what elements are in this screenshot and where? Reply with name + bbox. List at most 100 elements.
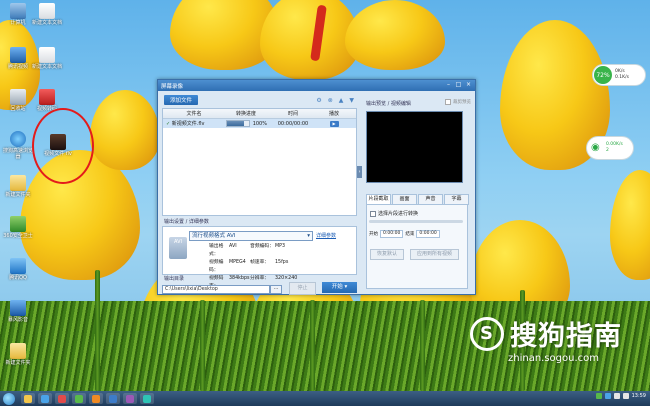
format-properties: 输出格式： AVI 音频编码： MP3 视频编码： MPEG4 帧速率： 15f…: [209, 243, 297, 291]
minimize-icon[interactable]: –: [445, 81, 452, 88]
checkbox-label: 裁剪预览: [453, 100, 471, 105]
file-name: 新视频文件.flv: [171, 121, 205, 127]
property-key: 音频编码：: [250, 244, 274, 249]
watermark-text: 搜狗指南: [510, 321, 622, 352]
move-down-icon[interactable]: ▼: [349, 97, 354, 104]
taskbar-item[interactable]: [106, 393, 120, 404]
volume-icon[interactable]: [613, 393, 620, 399]
right-pane: 输出预览 / 视频编辑 裁剪预览 片段截取 画面 声音 字幕 选择片段进行转换 …: [363, 93, 473, 291]
reset-default-button[interactable]: 恢复默认: [370, 249, 405, 260]
taskbar-item[interactable]: [55, 393, 69, 404]
output-path-row: C:\Users\lixia\Desktop ... 停止 开始 ▾: [162, 282, 357, 295]
table-row[interactable]: ✓ 新视频文件.flv 100% 00:00/00:00 ▶: [163, 119, 356, 128]
output-path-input[interactable]: C:\Users\lixia\Desktop: [162, 285, 270, 294]
output-settings-label: 输出设置 / 详细参数: [164, 219, 209, 225]
close-icon[interactable]: ×: [465, 81, 472, 88]
chevron-down-icon: ▾: [307, 233, 310, 239]
progress-fill: [226, 121, 245, 126]
folder-icon: [24, 394, 32, 403]
taskbar-item[interactable]: [123, 393, 137, 404]
column-header-progress: 转换进度: [235, 111, 256, 117]
end-time-input[interactable]: 0:00:00: [416, 230, 440, 238]
taskbar-item[interactable]: [72, 393, 86, 404]
progress-bar: [225, 120, 250, 127]
memory-percent: 72%: [594, 66, 612, 84]
taskbar-item[interactable]: [38, 393, 52, 404]
start-button-label: 开始: [331, 284, 343, 290]
browse-button[interactable]: ...: [270, 285, 282, 294]
apply-all-button[interactable]: 应用到所有视频: [410, 249, 460, 260]
wifi-device-count: 2: [606, 148, 609, 153]
crop-preview-checkbox[interactable]: 裁剪预览: [445, 99, 471, 105]
taskbar-item[interactable]: [89, 393, 103, 404]
detail-params-link[interactable]: 详细参数: [316, 232, 336, 239]
column-header-name: 文件名: [186, 111, 202, 117]
browser-icon: [41, 394, 49, 403]
window-titlebar[interactable]: 屏幕录像 – □ ×: [158, 80, 475, 91]
maximize-icon[interactable]: □: [455, 81, 462, 88]
app-icon: [126, 394, 134, 403]
time-range: 开始 0:00:00 结束 0:00:00: [369, 230, 440, 238]
property-key: 输出格式：: [209, 244, 224, 257]
clip-slider[interactable]: [369, 220, 463, 223]
format-icon-text: AVI: [174, 239, 182, 245]
property-key: 视频编码：: [209, 260, 224, 273]
desktop: 计算机 新建文本文档 腾讯视频 新建文本文档 回收站 视频转码 搜狗高速浏览器 …: [0, 0, 650, 391]
list-toolbar: ⚙ ⊗ ▲ ▼: [316, 97, 354, 104]
end-time-label: 结束: [405, 232, 415, 237]
property-row: 输出格式： AVI 音频编码： MP3: [209, 243, 296, 259]
add-file-button[interactable]: 添加文件: [164, 95, 198, 105]
app-icon: [58, 394, 66, 403]
network-icon[interactable]: [622, 393, 629, 399]
app-icon: [143, 394, 151, 403]
start-button[interactable]: 开始 ▾: [322, 282, 357, 293]
collapse-toggle[interactable]: ›: [357, 166, 362, 178]
system-tray: 13:59: [595, 393, 646, 399]
wifi-icon: ◉: [591, 142, 600, 153]
format-label: 流行视频格式 AVI: [192, 233, 236, 239]
window-title: 屏幕录像: [161, 83, 184, 90]
property-value: AVI: [229, 244, 237, 249]
left-pane: 添加文件 ⚙ ⊗ ▲ ▼ 文件名 转换进度 时间 播放 ✓ 新视频文件.flv: [160, 93, 357, 295]
file-table: 文件名 转换进度 时间 播放 ✓ 新视频文件.flv 100% 00:00/00…: [162, 108, 357, 216]
property-value: 15fps: [275, 260, 289, 265]
wifi-widget[interactable]: ◉ 0.00K/s 2: [586, 136, 634, 160]
clip-checkbox[interactable]: 选择片段进行转换: [370, 210, 418, 217]
app-icon: [109, 394, 117, 403]
file-time: 00:00/00:00: [277, 120, 309, 127]
clock[interactable]: 13:59: [632, 393, 646, 399]
play-icon[interactable]: ▶: [329, 120, 339, 127]
checkbox-icon: [370, 210, 376, 217]
check-icon: ✓: [166, 121, 171, 127]
taskbar-item[interactable]: [140, 393, 154, 404]
settings-icon[interactable]: ⚙: [316, 97, 321, 104]
output-dir-label: 输出目录: [164, 276, 185, 282]
network-monitor-widget[interactable]: 72% 0K/s 0.1K/s: [592, 64, 646, 86]
delete-icon[interactable]: ⊗: [328, 97, 333, 104]
sogou-logo-icon: S: [470, 316, 504, 351]
start-button[interactable]: [3, 392, 15, 405]
property-key: 帧速率：: [250, 260, 270, 265]
chevron-down-icon: ▾: [344, 284, 348, 290]
checkbox-icon: [445, 99, 451, 105]
table-header: 文件名 转换进度 时间 播放: [163, 109, 356, 119]
sogou-watermark: S 搜狗指南 zhinan.sogou.com: [470, 314, 622, 364]
progress-percent: 100%: [252, 120, 267, 127]
watermark-url: zhinan.sogou.com: [508, 353, 600, 364]
output-settings-panel: 流行视频格式 AVI ▾ 详细参数 AVI 输出格式： AVI 音频编码： MP…: [162, 226, 357, 289]
clip-panel: 选择片段进行转换 开始 0:00:00 结束 0:00:00 恢复默认 应用到所…: [366, 204, 468, 289]
property-row: 视频编码： MPEG4 帧速率： 15fps: [209, 259, 296, 275]
start-time-input[interactable]: 0:00:00: [380, 230, 404, 238]
format-select[interactable]: 流行视频格式 AVI ▾: [189, 231, 313, 241]
download-speed: 0.1K/s: [615, 75, 629, 80]
tray-icon[interactable]: [604, 393, 611, 399]
tray-icon[interactable]: [595, 393, 602, 399]
stop-button[interactable]: 停止: [289, 282, 316, 295]
column-header-time: 时间: [287, 111, 298, 117]
app-icon: [92, 394, 100, 403]
app-icon: [75, 394, 83, 403]
move-up-icon[interactable]: ▲: [339, 97, 344, 104]
taskbar-item[interactable]: [21, 393, 35, 404]
checkbox-label: 选择片段进行转换: [378, 211, 419, 217]
property-value: MP3: [275, 244, 286, 249]
